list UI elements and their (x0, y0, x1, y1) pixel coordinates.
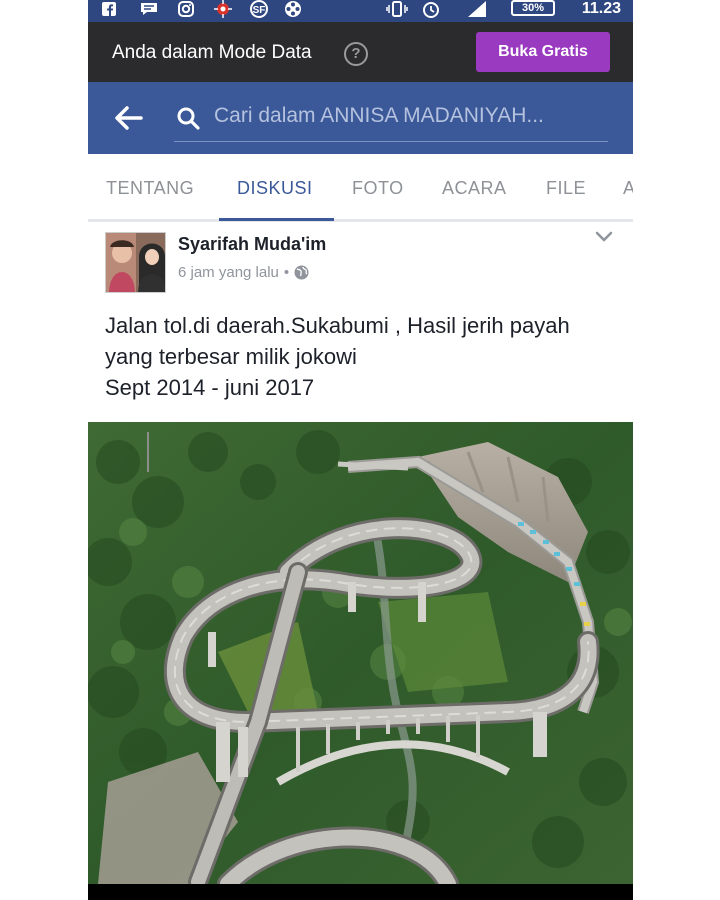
data-mode-text: Anda dalam Mode Data (112, 42, 312, 63)
tab-diskusi[interactable]: DISKUSI (237, 178, 313, 199)
message-notification-icon (140, 2, 158, 16)
battery-indicator: 30% (511, 0, 555, 16)
post-time[interactable]: 6 jam yang lalu (178, 264, 279, 281)
post-text: Jalan tol.di daerah.Sukabumi , Hasil jer… (105, 310, 620, 403)
tab-tentang[interactable]: TENTANG (106, 178, 194, 199)
group-tabs: TENTANG DISKUSI FOTO ACARA FILE A (88, 154, 633, 222)
tab-foto[interactable]: FOTO (352, 178, 404, 199)
post-card: Syarifah Muda'im 6 jam yang lalu • Jalan… (88, 222, 633, 422)
film-reel-notification-icon (284, 1, 302, 17)
search-header: Cari dalam ANNISA MADANIYAH... (88, 82, 633, 154)
post-text-line: Jalan tol.di daerah.Sukabumi , Hasil jer… (105, 313, 570, 338)
post-text-line: Sept 2014 - juni 2017 (105, 375, 315, 400)
search-box[interactable]: Cari dalam ANNISA MADANIYAH... (174, 102, 608, 142)
phone-screen: SF 30% 11.23 Anda dalam Mode Data ? Buka… (88, 0, 633, 900)
tab-overflow[interactable]: A (623, 178, 633, 199)
active-tab-indicator (219, 218, 334, 221)
search-input[interactable]: Cari dalam ANNISA MADANIYAH... (214, 104, 604, 128)
meta-separator: • (283, 264, 290, 281)
signal-icon (466, 1, 488, 17)
svg-text:SF: SF (253, 5, 266, 16)
toll-road-aerial-image (88, 422, 633, 884)
location-notification-icon (214, 0, 232, 18)
back-arrow-icon[interactable] (112, 102, 144, 134)
vibrate-icon (386, 1, 408, 17)
post-author[interactable]: Syarifah Muda'im (178, 234, 326, 255)
frame-right (633, 0, 720, 900)
globe-icon (294, 265, 309, 280)
data-mode-bar: Anda dalam Mode Data ? Buka Gratis (88, 22, 633, 82)
clock: 11.23 (581, 0, 621, 17)
bottom-bar (88, 884, 633, 900)
sf-notification-icon: SF (248, 0, 270, 18)
alarm-icon (422, 2, 440, 18)
tab-acara[interactable]: ACARA (442, 178, 507, 199)
tab-file[interactable]: FILE (546, 178, 586, 199)
avatar[interactable] (105, 232, 166, 293)
post-photo[interactable] (88, 422, 633, 884)
help-icon[interactable]: ? (344, 42, 368, 66)
instagram-notification-icon (178, 1, 194, 17)
post-meta: 6 jam yang lalu • (178, 264, 309, 281)
post-text-line: yang terbesar milik jokowi (105, 344, 357, 369)
buka-gratis-button[interactable]: Buka Gratis (476, 32, 610, 72)
facebook-notification-icon (102, 2, 116, 16)
status-bar: SF 30% 11.23 (88, 0, 633, 22)
chevron-down-icon[interactable] (595, 230, 613, 242)
search-icon (176, 106, 202, 132)
frame-left (0, 0, 88, 900)
